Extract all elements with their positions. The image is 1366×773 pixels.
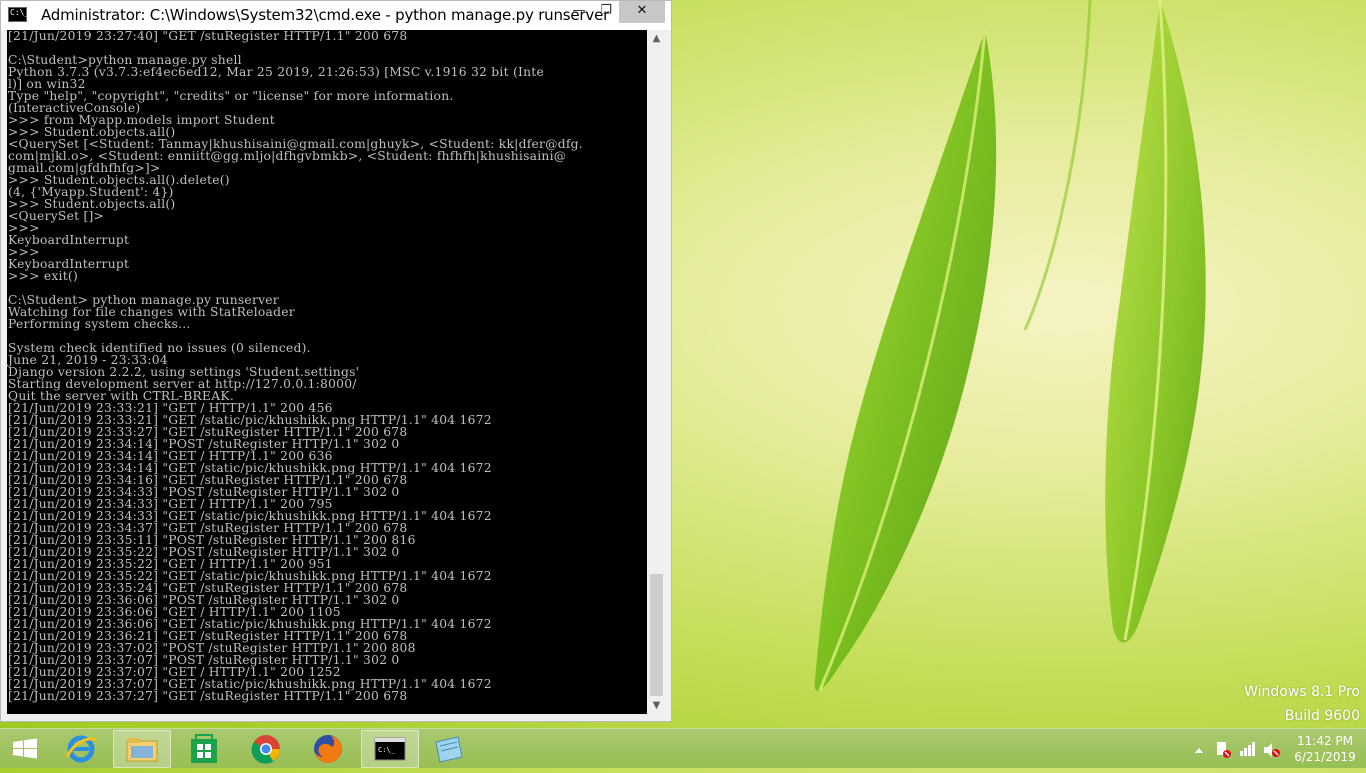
console-line: KeyboardInterrupt <box>8 257 130 271</box>
minimize-button[interactable]: — <box>564 1 594 23</box>
cmd-window-icon[interactable]: C:\_ <box>8 7 29 22</box>
console-line: [21/Jun/2019 23:27:40] "GET /stuRegister… <box>8 30 408 43</box>
firefox-icon <box>314 735 342 763</box>
ie-icon <box>65 735 97 763</box>
scroll-down-arrow-icon[interactable]: ▼ <box>648 697 665 714</box>
console-line: Python 3.7.3 (v3.7.3:ef4ec6ed12, Mar 25 … <box>8 65 544 79</box>
console-line: Performing system checks... <box>8 317 191 331</box>
console-text: [21/Jun/2019 23:27:40] "GET /stuRegister… <box>7 30 647 702</box>
console-output[interactable]: [21/Jun/2019 23:27:40] "GET /stuRegister… <box>7 30 647 714</box>
close-button[interactable]: ✕ <box>619 1 665 23</box>
scroll-up-arrow-icon[interactable]: ▲ <box>648 30 665 47</box>
vertical-scrollbar[interactable]: ▲ ▼ <box>648 30 665 714</box>
taskbar-clock[interactable]: 11:42 PM 6/21/2019 <box>1288 733 1362 765</box>
console-line: <QuerySet []> <box>8 209 105 223</box>
console-line: >>> exit() <box>8 269 79 283</box>
cmd-icon-label: C:\_ <box>378 746 396 754</box>
folder-icon <box>126 738 158 762</box>
volume-muted-icon <box>1264 743 1280 757</box>
scrollbar-thumb[interactable] <box>650 574 663 696</box>
console-line: [21/Jun/2019 23:37:27] "GET /stuRegister… <box>8 689 408 703</box>
volume-button[interactable] <box>1262 729 1282 769</box>
windows-edition-watermark: Windows 8.1 Pro <box>1244 684 1360 700</box>
taskbar-firefox[interactable] <box>299 730 357 768</box>
clock-time: 11:42 PM <box>1297 734 1353 748</box>
notepad-icon <box>435 736 463 763</box>
network-icon <box>1240 742 1255 756</box>
window-title: Administrator: C:\Windows\System32\cmd.e… <box>41 6 610 24</box>
taskbar-file-explorer[interactable] <box>113 730 171 768</box>
chrome-icon <box>251 735 280 764</box>
action-center-flag-icon <box>1217 742 1231 758</box>
windows-logo-icon <box>13 738 37 759</box>
show-hidden-icons-button[interactable] <box>1192 729 1206 769</box>
console-line: KeyboardInterrupt <box>8 233 130 247</box>
taskbar: C:\_ 11:42 PM 6/21/2019 <box>0 728 1366 768</box>
network-button[interactable] <box>1238 729 1258 769</box>
taskbar-notepad[interactable] <box>420 730 478 768</box>
cmd-icon: C:\_ <box>374 737 406 761</box>
maximize-button[interactable]: ❐ <box>591 1 621 23</box>
clock-date: 6/21/2019 <box>1294 750 1356 764</box>
store-icon <box>191 734 217 763</box>
chevron-up-icon <box>1195 748 1203 753</box>
taskbar-store[interactable] <box>175 730 233 768</box>
window-titlebar[interactable]: C:\_ Administrator: C:\Windows\System32\… <box>1 1 671 30</box>
taskbar-command-prompt[interactable]: C:\_ <box>361 730 419 768</box>
taskbar-internet-explorer[interactable] <box>52 730 110 768</box>
taskbar-chrome[interactable] <box>237 730 295 768</box>
windows-build-watermark: Build 9600 <box>1284 708 1360 724</box>
action-center-button[interactable] <box>1214 729 1232 769</box>
start-button[interactable] <box>0 729 50 769</box>
cmd-window[interactable]: C:\_ Administrator: C:\Windows\System32\… <box>0 0 672 722</box>
